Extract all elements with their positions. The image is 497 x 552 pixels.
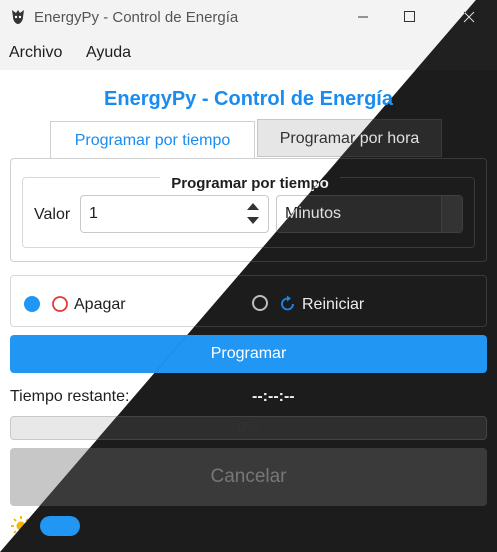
value-text: 1 xyxy=(89,205,98,222)
menu-file[interactable]: Archivo xyxy=(9,44,62,62)
title-bar: EnergyPy - Control de Energía xyxy=(0,0,497,34)
tab-hour[interactable]: Programar por hora xyxy=(257,119,442,157)
app-window: EnergyPy - Control de Energía Archivo Ay… xyxy=(0,0,497,552)
close-button[interactable] xyxy=(446,0,492,34)
time-group-title: Programar por tiempo xyxy=(160,175,340,192)
window-title: EnergyPy - Control de Energía xyxy=(34,9,239,26)
value-label: Valor xyxy=(34,206,71,223)
menu-help[interactable]: Ayuda xyxy=(86,44,131,62)
theme-toggle[interactable] xyxy=(40,516,80,536)
cancel-button[interactable]: Cancelar xyxy=(10,448,487,506)
app-heading: EnergyPy - Control de Energía xyxy=(104,88,393,110)
unit-select[interactable]: Minutos xyxy=(276,195,463,233)
tab-time[interactable]: Programar por tiempo xyxy=(50,121,255,159)
unit-text: Minutos xyxy=(285,205,342,222)
shutdown-radio[interactable] xyxy=(24,296,40,312)
schedule-button[interactable]: Programar xyxy=(10,335,487,373)
menu-bar: Archivo Ayuda xyxy=(0,34,497,70)
maximize-button[interactable] xyxy=(386,0,432,34)
cancel-label: Cancelar xyxy=(219,466,296,487)
remaining-label: Tiempo restante: xyxy=(10,388,130,405)
spin-down-icon[interactable] xyxy=(240,213,266,229)
sun-icon xyxy=(10,515,32,537)
cancel-icon xyxy=(201,469,217,485)
spin-up-icon[interactable] xyxy=(240,198,266,214)
minimize-button[interactable] xyxy=(340,0,386,34)
power-icon xyxy=(50,294,70,314)
app-logo-icon xyxy=(9,8,27,26)
progress-bar: 0% xyxy=(10,416,487,440)
shutdown-label: Apagar xyxy=(74,296,126,313)
